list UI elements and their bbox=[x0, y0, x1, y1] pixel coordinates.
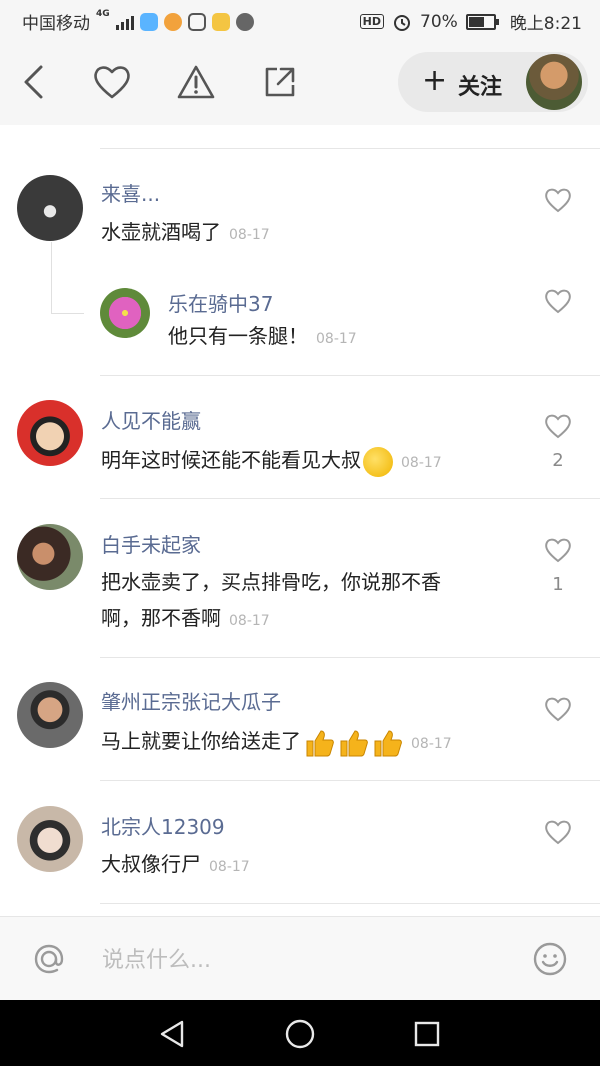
like-count: 1 bbox=[552, 574, 564, 595]
share-button[interactable] bbox=[260, 62, 300, 102]
avatar[interactable] bbox=[17, 682, 83, 748]
like-heart-icon[interactable] bbox=[543, 818, 573, 846]
report-button[interactable] bbox=[176, 62, 216, 102]
battery-icon bbox=[465, 13, 499, 30]
heart-icon bbox=[94, 66, 130, 99]
at-icon[interactable] bbox=[31, 941, 67, 977]
comment-username[interactable]: 乐在骑中37 bbox=[168, 288, 273, 317]
nav-home-button[interactable] bbox=[280, 1014, 320, 1054]
follow-label: 关注 bbox=[458, 75, 503, 100]
alarm-icon bbox=[394, 14, 411, 31]
divider bbox=[100, 780, 600, 781]
reply-thread-line bbox=[51, 242, 52, 314]
avatar[interactable] bbox=[17, 806, 83, 872]
comment-date: 08-17 bbox=[401, 455, 442, 471]
clock: 晚上8:21 bbox=[509, 14, 582, 34]
battery-percent: 70% bbox=[420, 11, 458, 32]
comment-date: 08-17 bbox=[229, 613, 270, 629]
app-notification-icon bbox=[163, 12, 182, 31]
thumbs-up-emoji bbox=[337, 728, 369, 758]
avatar[interactable] bbox=[17, 175, 83, 241]
comment-text: 水壶就酒喝了 08-17 bbox=[101, 220, 270, 244]
hd-badge: HD bbox=[359, 14, 385, 29]
comment-username[interactable]: 白手未起家 bbox=[101, 529, 201, 558]
divider bbox=[100, 148, 600, 149]
app-notification-icon bbox=[235, 12, 254, 31]
warning-icon bbox=[177, 65, 215, 99]
follow-button[interactable]: + 关注 bbox=[398, 52, 588, 112]
comment-date: 08-17 bbox=[316, 331, 357, 347]
like-heart-icon[interactable] bbox=[543, 287, 573, 315]
avatar[interactable] bbox=[100, 288, 150, 338]
comment-text: 把水壶卖了，买点排骨吃，你说那不香 bbox=[101, 570, 441, 594]
app-notification-icon bbox=[139, 12, 158, 31]
like-count: 2 bbox=[552, 450, 564, 471]
carrier-name: 中国移动 bbox=[22, 14, 90, 34]
top-bar: + 关注 bbox=[0, 40, 600, 125]
app-notification-icon bbox=[211, 12, 230, 31]
comment-text: 啊，那不香啊 08-17 bbox=[101, 606, 270, 630]
thumbs-up-emoji bbox=[371, 728, 403, 758]
smiley-icon[interactable] bbox=[532, 941, 568, 977]
comment-date: 08-17 bbox=[209, 859, 250, 875]
grin-emoji bbox=[363, 446, 393, 477]
comment-input-bar bbox=[0, 916, 600, 1001]
reply-thread-line bbox=[51, 313, 84, 314]
author-avatar[interactable] bbox=[526, 54, 582, 110]
back-button[interactable] bbox=[14, 62, 54, 102]
system-nav-bar bbox=[0, 1000, 600, 1066]
share-icon bbox=[265, 67, 295, 97]
comment-text: 马上就要让你给送走了 08-17 bbox=[101, 722, 452, 763]
nav-recents-icon bbox=[414, 1021, 440, 1047]
divider bbox=[100, 375, 600, 376]
comment-username[interactable]: 北宗人12309 bbox=[101, 811, 225, 840]
status-bar: 中国移动 4G HD 70% 晚上8:21 bbox=[0, 0, 600, 40]
comment-username[interactable]: 来喜... bbox=[101, 178, 160, 207]
comment-date: 08-17 bbox=[411, 736, 452, 752]
nav-home-icon bbox=[285, 1019, 315, 1049]
app-notification-icon bbox=[187, 12, 206, 31]
comment-input[interactable] bbox=[100, 941, 504, 979]
comment-username[interactable]: 人见不能赢 bbox=[101, 405, 201, 434]
back-arrow-icon bbox=[24, 65, 43, 99]
comment-username[interactable]: 肇州正宗张记大瓜子 bbox=[101, 686, 281, 715]
like-heart-icon[interactable] bbox=[543, 186, 573, 214]
like-heart-icon[interactable] bbox=[543, 536, 573, 564]
comment-date: 08-17 bbox=[229, 227, 270, 243]
divider bbox=[100, 498, 600, 499]
comment-text: 明年这时候还能不能看见大叔 08-17 bbox=[101, 441, 442, 482]
nav-recents-button[interactable] bbox=[407, 1014, 447, 1054]
comment-text: 他只有一条腿！ 08-17 bbox=[168, 324, 357, 348]
nav-back-button[interactable] bbox=[152, 1014, 192, 1054]
avatar[interactable] bbox=[17, 524, 83, 590]
like-heart-icon[interactable] bbox=[543, 412, 573, 440]
comment-text: 大叔像行尸 08-17 bbox=[101, 852, 250, 876]
nav-back-icon bbox=[160, 1020, 184, 1048]
plus-icon: + bbox=[422, 63, 448, 98]
divider bbox=[100, 657, 600, 658]
like-button[interactable] bbox=[92, 62, 132, 102]
signal-icon bbox=[115, 14, 134, 30]
network-type: 4G bbox=[96, 9, 110, 19]
thumbs-up-emoji bbox=[303, 728, 335, 758]
divider bbox=[100, 903, 600, 904]
like-heart-icon[interactable] bbox=[543, 695, 573, 723]
avatar[interactable] bbox=[17, 400, 83, 466]
